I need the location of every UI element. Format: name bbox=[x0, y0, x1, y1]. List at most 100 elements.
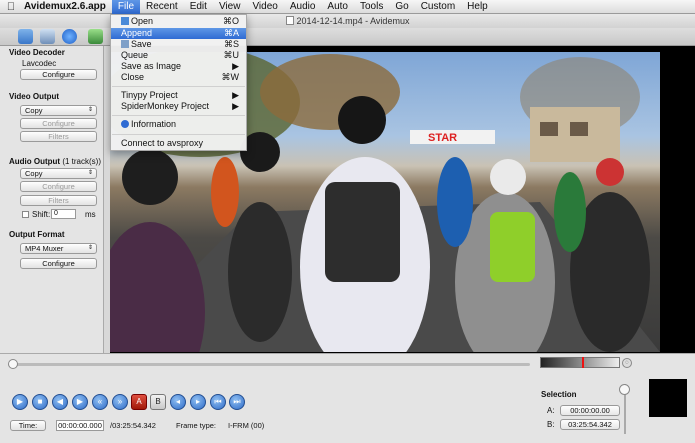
window-title: 2014-12-14.mp4 - Avidemux bbox=[296, 16, 410, 26]
menu-item-information-label: Information bbox=[131, 119, 177, 129]
shift-input[interactable]: 0 bbox=[51, 209, 76, 219]
submenu-arrow-icon: ▶ bbox=[232, 101, 239, 111]
audio-meter-marker bbox=[582, 357, 584, 368]
menu-item-append[interactable]: Append ⌘A bbox=[111, 28, 246, 39]
menu-item-save[interactable]: Save ⌘S bbox=[111, 39, 246, 50]
volume-icon[interactable]: ◌ bbox=[622, 358, 632, 368]
shortcut: ⌘W bbox=[221, 72, 240, 82]
submenu-arrow-icon: ▶ bbox=[232, 90, 239, 100]
menu-custom[interactable]: Custom bbox=[415, 0, 461, 14]
window-title-bar: 2014-12-14.mp4 - Avidemux bbox=[0, 14, 695, 28]
current-time-field[interactable]: 00:00:00.000 bbox=[56, 420, 104, 431]
total-time: /03:25:54.342 bbox=[110, 421, 156, 430]
menu-go[interactable]: Go bbox=[389, 0, 414, 14]
menu-auto[interactable]: Auto bbox=[321, 0, 354, 14]
next-black-icon[interactable]: ▸ bbox=[190, 394, 206, 410]
prev-frame-icon[interactable]: ◀ bbox=[52, 394, 68, 410]
menu-video[interactable]: Video bbox=[246, 0, 283, 14]
file-menu-dropdown: Open ⌘O Append ⌘A Save ⌘S Queue ⌘U Save as I… bbox=[110, 14, 247, 151]
video-output-select[interactable]: Copy ⇕ bbox=[20, 105, 97, 116]
menu-item-avsproxy[interactable]: Connect to avsproxy bbox=[111, 138, 246, 149]
prev-keyframe-icon[interactable]: « bbox=[92, 394, 108, 410]
video-decoder-title: Video Decoder bbox=[9, 48, 65, 57]
mini-preview bbox=[649, 379, 687, 417]
menu-item-tinypy[interactable]: Tinypy Project ▶ bbox=[111, 90, 246, 101]
shortcut: ⌘U bbox=[223, 50, 240, 60]
menu-separator bbox=[112, 86, 245, 87]
menu-item-spidermonkey-label: SpiderMonkey Project bbox=[121, 101, 210, 111]
app-menu[interactable]: Avidemux2.6.app bbox=[22, 0, 112, 14]
video-decoder-configure-button[interactable]: Configure bbox=[20, 69, 97, 80]
toolbar bbox=[0, 28, 695, 46]
video-output-configure-button[interactable]: Configure bbox=[20, 118, 97, 129]
output-format-configure-button[interactable]: Configure bbox=[20, 258, 97, 269]
menu-help[interactable]: Help bbox=[461, 0, 494, 14]
save-disk-icon[interactable] bbox=[40, 29, 55, 44]
menu-file[interactable]: File bbox=[111, 0, 141, 14]
output-format-select[interactable]: MP4 Muxer ⇕ bbox=[20, 243, 97, 254]
menu-separator bbox=[112, 134, 245, 135]
timeline-thumb[interactable] bbox=[8, 359, 18, 369]
time-button[interactable]: Time: bbox=[10, 420, 46, 431]
selection-a-label: A: bbox=[547, 406, 555, 415]
shift-unit: ms bbox=[85, 210, 96, 219]
volume-slider-thumb[interactable] bbox=[619, 384, 630, 395]
menu-item-spidermonkey[interactable]: SpiderMonkey Project ▶ bbox=[111, 101, 246, 112]
menu-item-open[interactable]: Open ⌘O bbox=[111, 16, 246, 27]
video-filters-button[interactable]: Filters bbox=[20, 131, 97, 142]
prev-black-icon[interactable]: ◂ bbox=[170, 394, 186, 410]
menu-tools[interactable]: Tools bbox=[354, 0, 389, 14]
menu-item-queue[interactable]: Queue ⌘U bbox=[111, 50, 246, 61]
play-icon[interactable]: ▶ bbox=[12, 394, 28, 410]
select-arrows-icon: ⇕ bbox=[87, 245, 93, 251]
selection-a-field[interactable]: 00:00:00.00 bbox=[560, 405, 620, 416]
next-keyframe-icon[interactable]: » bbox=[112, 394, 128, 410]
menu-item-open-label: Open bbox=[131, 16, 154, 26]
settings-panel: Video Decoder Lavcodec Configure Video O… bbox=[0, 46, 104, 353]
menu-item-append-label: Append bbox=[121, 28, 153, 38]
menu-recent[interactable]: Recent bbox=[140, 0, 184, 14]
selection-b-field[interactable]: 03:25:54.342 bbox=[560, 419, 620, 430]
menu-item-save-as-image[interactable]: Save as Image ▶ bbox=[111, 61, 246, 72]
submenu-arrow-icon: ▶ bbox=[232, 61, 239, 71]
select-arrows-icon: ⇕ bbox=[87, 170, 93, 176]
info-icon bbox=[121, 120, 129, 128]
selection-b-label: B: bbox=[547, 420, 555, 429]
shift-checkbox[interactable] bbox=[22, 211, 29, 218]
start-banner-text: STAR bbox=[428, 132, 457, 144]
goto-last-icon[interactable]: ⏭ bbox=[229, 394, 245, 410]
info-icon[interactable] bbox=[62, 29, 77, 44]
output-format-value: MP4 Muxer bbox=[25, 244, 64, 253]
menu-item-tinypy-label: Tinypy Project bbox=[121, 90, 178, 100]
audio-output-value: Copy bbox=[25, 169, 43, 178]
menu-item-save-label: Save bbox=[131, 39, 152, 49]
menu-item-save-as-image-label: Save as Image bbox=[121, 61, 182, 71]
menu-item-avsproxy-label: Connect to avsproxy bbox=[121, 138, 204, 148]
next-frame-icon[interactable]: ▶ bbox=[72, 394, 88, 410]
save-icon bbox=[121, 40, 129, 48]
audio-filters-button[interactable]: Filters bbox=[20, 195, 97, 206]
stop-icon[interactable]: ■ bbox=[32, 394, 48, 410]
menu-item-close-label: Close bbox=[121, 72, 145, 82]
menu-audio[interactable]: Audio bbox=[284, 0, 322, 14]
playback-panel: ▶ ■ ◀ ▶ « » A B ◂ ▸ ⏮ ⏭ Time: 00:00:00.0… bbox=[0, 353, 695, 443]
menu-view[interactable]: View bbox=[213, 0, 247, 14]
open-folder-icon[interactable] bbox=[18, 29, 33, 44]
audio-output-select[interactable]: Copy ⇕ bbox=[20, 168, 97, 179]
set-marker-b-icon[interactable]: B bbox=[150, 394, 166, 410]
menu-bar:  Avidemux2.6.app File Recent Edit View … bbox=[0, 0, 695, 14]
apple-menu-icon[interactable]:  bbox=[0, 1, 22, 13]
shift-label: Shift: bbox=[32, 210, 51, 219]
timeline-track[interactable] bbox=[8, 363, 530, 366]
goto-first-icon[interactable]: ⏮ bbox=[210, 394, 226, 410]
document-icon bbox=[285, 16, 294, 25]
calculator-icon[interactable] bbox=[88, 29, 103, 44]
open-icon bbox=[121, 17, 129, 25]
audio-output-title: Audio Output (1 track(s)) bbox=[9, 157, 101, 166]
menu-item-close[interactable]: Close ⌘W bbox=[111, 72, 246, 83]
shortcut: ⌘A bbox=[223, 28, 239, 38]
audio-output-configure-button[interactable]: Configure bbox=[20, 181, 97, 192]
set-marker-a-icon[interactable]: A bbox=[131, 394, 147, 410]
menu-edit[interactable]: Edit bbox=[184, 0, 213, 14]
menu-item-information[interactable]: Information bbox=[111, 119, 246, 130]
